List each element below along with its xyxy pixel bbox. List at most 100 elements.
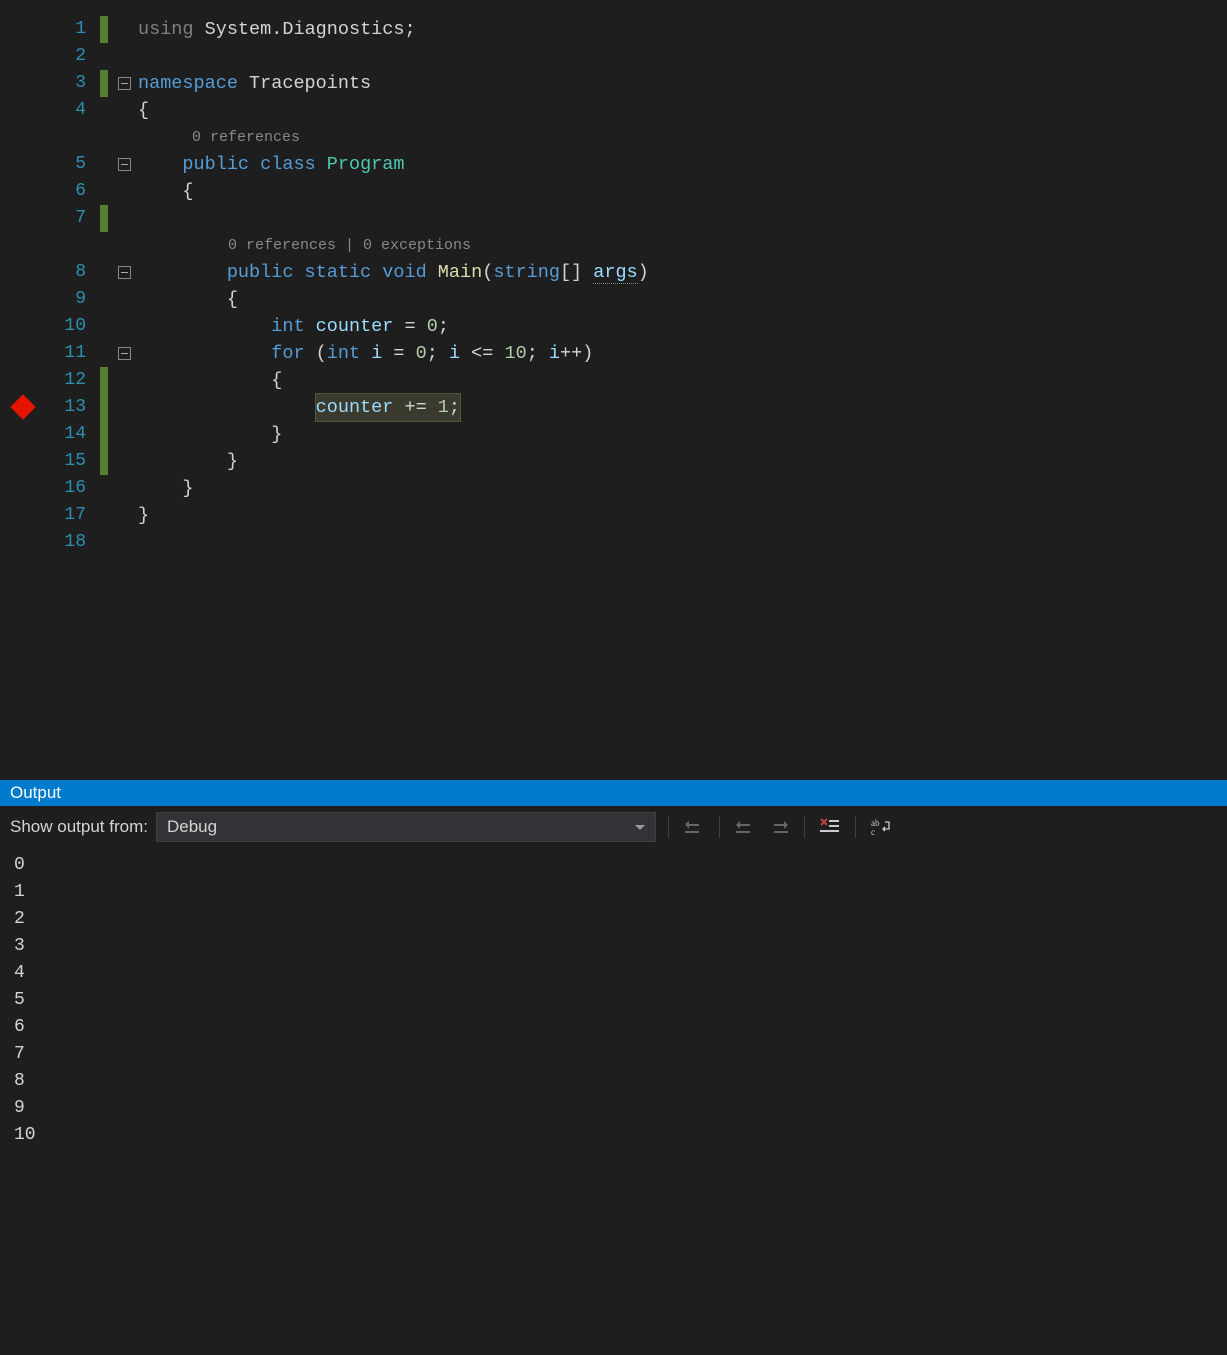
code-line[interactable]: int counter = 0; <box>138 313 1227 340</box>
line-number: 3 <box>40 70 86 97</box>
change-marker <box>100 97 108 124</box>
change-marker <box>100 178 108 205</box>
line-number: 16 <box>40 475 86 502</box>
clear-all-icon[interactable] <box>817 814 843 840</box>
code-line[interactable]: namespace Tracepoints <box>138 70 1227 97</box>
output-line: 1 <box>14 879 1213 906</box>
change-marker <box>100 70 108 97</box>
code-line[interactable]: { <box>138 367 1227 394</box>
output-line: 6 <box>14 1014 1213 1041</box>
toolbar-separator <box>668 816 669 838</box>
line-number: 1 <box>40 16 86 43</box>
code-editor[interactable]: 123456789101112131415161718 using System… <box>0 0 1227 780</box>
output-line: 3 <box>14 933 1213 960</box>
code-line[interactable]: } <box>138 448 1227 475</box>
change-marker <box>100 475 108 502</box>
code-line[interactable]: for (int i = 0; i <= 10; i++) <box>138 340 1227 367</box>
change-marker <box>100 313 108 340</box>
code-line[interactable]: } <box>138 421 1227 448</box>
breakpoint-margin[interactable] <box>0 0 40 780</box>
fold-toggle[interactable] <box>110 340 138 367</box>
change-marker <box>100 502 108 529</box>
toolbar-separator <box>719 816 720 838</box>
change-marker <box>100 394 108 421</box>
output-line: 4 <box>14 960 1213 987</box>
previous-icon[interactable] <box>681 814 707 840</box>
code-line[interactable] <box>138 529 1227 556</box>
code-line[interactable]: public class Program <box>138 151 1227 178</box>
fold-toggle[interactable] <box>110 259 138 286</box>
minus-box-icon <box>118 266 131 279</box>
change-marker <box>100 43 108 70</box>
change-marker <box>100 151 108 178</box>
change-marker <box>100 448 108 475</box>
line-number-gutter: 123456789101112131415161718 <box>40 0 100 780</box>
change-indicator-gutter <box>100 0 110 780</box>
code-line[interactable] <box>138 43 1227 70</box>
line-number: 7 <box>40 205 86 232</box>
code-content[interactable]: using System.Diagnostics; namespace Trace… <box>138 0 1227 780</box>
code-folding-gutter[interactable] <box>110 0 138 780</box>
output-line: 10 <box>14 1122 1213 1149</box>
line-number: 18 <box>40 529 86 556</box>
output-panel-title: Output <box>0 780 1227 806</box>
toolbar-separator <box>804 816 805 838</box>
code-line[interactable]: } <box>138 475 1227 502</box>
code-line[interactable]: { <box>138 97 1227 124</box>
code-line[interactable]: using System.Diagnostics; <box>138 16 1227 43</box>
minus-box-icon <box>118 158 131 171</box>
word-wrap-icon[interactable]: abc <box>868 814 894 840</box>
output-toolbar: Show output from: Debug abc <box>0 806 1227 848</box>
show-output-from-label: Show output from: <box>10 817 148 837</box>
codelens-annotation[interactable]: 0 references | 0 exceptions <box>138 232 1227 259</box>
indent-left-icon[interactable] <box>732 814 758 840</box>
line-number: 11 <box>40 340 86 367</box>
output-line: 2 <box>14 906 1213 933</box>
output-source-dropdown[interactable]: Debug <box>156 812 656 842</box>
change-marker <box>100 16 108 43</box>
output-line: 5 <box>14 987 1213 1014</box>
line-number: 9 <box>40 286 86 313</box>
output-line: 7 <box>14 1041 1213 1068</box>
line-number: 15 <box>40 448 86 475</box>
change-marker <box>100 367 108 394</box>
output-line: 0 <box>14 852 1213 879</box>
line-number: 17 <box>40 502 86 529</box>
toolbar-separator <box>855 816 856 838</box>
code-line[interactable]: { <box>138 286 1227 313</box>
change-marker <box>100 529 108 556</box>
output-content[interactable]: 012345678910 <box>0 848 1227 1355</box>
line-number: 4 <box>40 97 86 124</box>
line-number: 14 <box>40 421 86 448</box>
output-source-selected: Debug <box>167 817 217 837</box>
change-marker <box>100 286 108 313</box>
fold-toggle[interactable] <box>110 70 138 97</box>
output-panel: Output Show output from: Debug abc 01234… <box>0 780 1227 1355</box>
code-line[interactable]: } <box>138 502 1227 529</box>
line-number: 13 <box>40 394 86 421</box>
indent-right-icon[interactable] <box>766 814 792 840</box>
line-number: 5 <box>40 151 86 178</box>
minus-box-icon <box>118 77 131 90</box>
code-line[interactable]: { <box>138 178 1227 205</box>
change-marker <box>100 259 108 286</box>
output-line: 9 <box>14 1095 1213 1122</box>
change-marker <box>100 340 108 367</box>
minus-box-icon <box>118 347 131 360</box>
change-marker <box>100 421 108 448</box>
code-line[interactable] <box>138 205 1227 232</box>
fold-toggle[interactable] <box>110 151 138 178</box>
line-number: 6 <box>40 178 86 205</box>
output-line: 8 <box>14 1068 1213 1095</box>
line-number: 12 <box>40 367 86 394</box>
change-marker <box>100 205 108 232</box>
line-number: 2 <box>40 43 86 70</box>
line-number: 10 <box>40 313 86 340</box>
tracepoint-glyph-icon[interactable] <box>10 394 35 419</box>
svg-text:c: c <box>871 827 875 836</box>
codelens-annotation[interactable]: 0 references <box>138 124 1227 151</box>
code-line[interactable]: counter += 1; <box>138 394 1227 421</box>
line-number: 8 <box>40 259 86 286</box>
chevron-down-icon <box>635 825 645 830</box>
code-line[interactable]: public static void Main(string[] args) <box>138 259 1227 286</box>
